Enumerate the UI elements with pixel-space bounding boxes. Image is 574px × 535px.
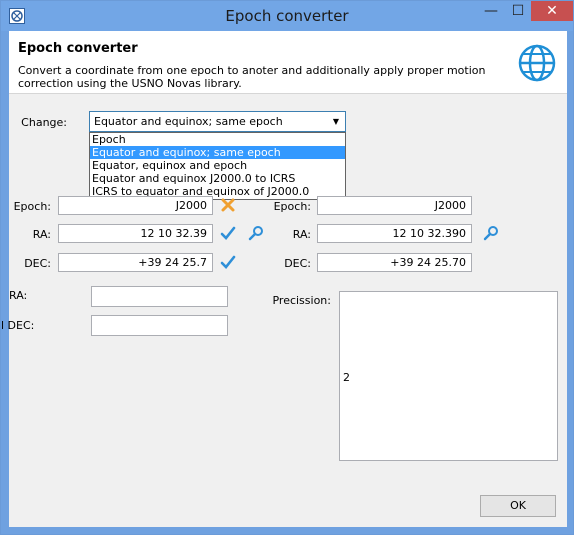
epoch-label: Epoch: bbox=[13, 200, 51, 213]
window: Epoch converter — ☐ ✕ Epoch converter Co… bbox=[0, 0, 574, 535]
motion-ra-label: RA: bbox=[9, 289, 28, 302]
change-select[interactable]: Equator and equinox; same epoch ▼ bbox=[89, 111, 346, 132]
epoch-input[interactable]: J2000 bbox=[58, 196, 213, 215]
globe-icon bbox=[518, 44, 556, 82]
ok-button[interactable]: OK bbox=[480, 495, 556, 517]
result-ra-label: RA: bbox=[292, 228, 311, 241]
checkmark-icon[interactable] bbox=[220, 254, 236, 270]
result-epoch-label: Epoch: bbox=[273, 200, 311, 213]
motion-dec-label: l DEC: bbox=[1, 319, 35, 332]
change-selected-value: Equator and equinox; same epoch bbox=[94, 115, 283, 128]
search-icon[interactable] bbox=[483, 225, 499, 241]
dec-label: DEC: bbox=[24, 257, 51, 270]
dec-input[interactable]: +39 24 25.7 bbox=[58, 253, 213, 272]
precision-label: Precission: bbox=[272, 294, 331, 307]
header-banner: Epoch converter Convert a coordinate fro… bbox=[9, 31, 567, 94]
result-dec-field[interactable]: +39 24 25.70 bbox=[317, 253, 472, 272]
header-title: Epoch converter bbox=[18, 41, 138, 56]
close-button[interactable]: ✕ bbox=[531, 1, 573, 21]
dropdown-option[interactable]: Equator and equinox J2000.0 to ICRS bbox=[90, 172, 345, 185]
change-label: Change: bbox=[21, 116, 67, 129]
result-epoch-field[interactable]: J2000 bbox=[317, 196, 472, 215]
dropdown-option[interactable]: Epoch bbox=[90, 133, 345, 146]
maximize-button[interactable]: ☐ bbox=[505, 1, 531, 21]
checkmark-icon[interactable] bbox=[220, 225, 236, 241]
header-description: Convert a coordinate from one epoch to a… bbox=[18, 64, 486, 90]
change-dropdown-list: Epoch Equator and equinox; same epoch Eq… bbox=[89, 132, 346, 200]
result-ra-field[interactable]: 12 10 32.390 bbox=[317, 224, 472, 243]
dialog-body: Epoch converter Convert a coordinate fro… bbox=[1, 31, 567, 527]
motion-ra-input[interactable] bbox=[91, 286, 228, 307]
dropdown-option-selected[interactable]: Equator and equinox; same epoch bbox=[90, 146, 345, 159]
ra-input[interactable]: 12 10 32.39 bbox=[58, 224, 213, 243]
result-dec-label: DEC: bbox=[284, 257, 311, 270]
title-bar[interactable]: Epoch converter — ☐ ✕ bbox=[1, 1, 573, 31]
chevron-down-icon: ▼ bbox=[332, 117, 339, 126]
search-icon[interactable] bbox=[248, 225, 264, 241]
motion-dec-input[interactable] bbox=[91, 315, 228, 336]
precision-textarea[interactable]: 2 bbox=[339, 291, 558, 461]
precision-value: 2 bbox=[343, 371, 350, 384]
clear-cross-icon[interactable] bbox=[220, 197, 236, 213]
ra-label: RA: bbox=[32, 228, 51, 241]
dropdown-option[interactable]: Equator, equinox and epoch bbox=[90, 159, 345, 172]
minimize-button[interactable]: — bbox=[477, 1, 505, 21]
